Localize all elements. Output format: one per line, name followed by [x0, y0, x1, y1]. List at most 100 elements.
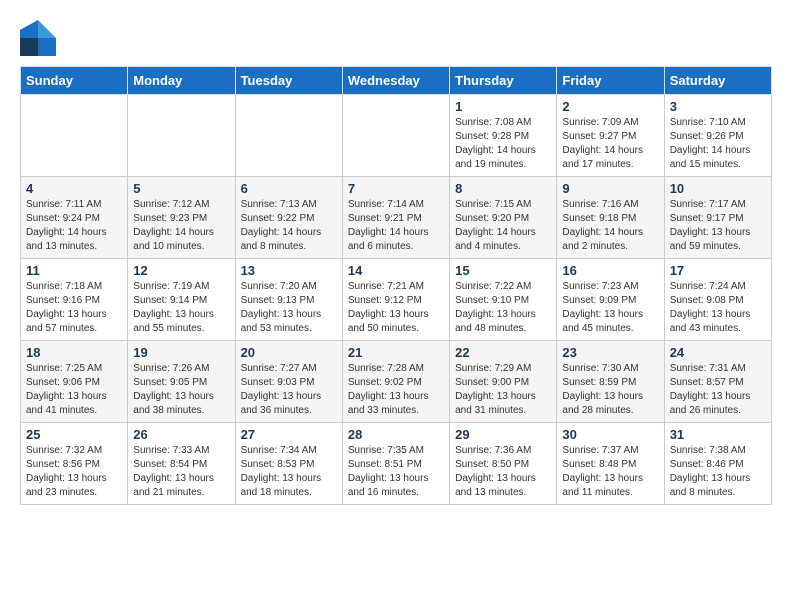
cell-info-text: Sunrise: 7:17 AMSunset: 9:17 PMDaylight:… — [670, 198, 766, 254]
cell-info-text: Sunrise: 7:19 AMSunset: 9:14 PMDaylight:… — [133, 280, 229, 336]
cell-info-text: Sunrise: 7:29 AMSunset: 9:00 PMDaylight:… — [455, 362, 551, 418]
cell-info-text: Sunrise: 7:11 AMSunset: 9:24 PMDaylight:… — [26, 198, 122, 254]
cell-date-number: 18 — [26, 345, 122, 360]
calendar-week-row: 1 Sunrise: 7:08 AMSunset: 9:28 PMDaylight… — [21, 95, 772, 177]
calendar-cell: 3 Sunrise: 7:10 AMSunset: 9:26 PMDaylight… — [664, 95, 771, 177]
cell-info-text: Sunrise: 7:12 AMSunset: 9:23 PMDaylight:… — [133, 198, 229, 254]
cell-date-number: 23 — [562, 345, 658, 360]
cell-date-number: 14 — [348, 263, 444, 278]
calendar-cell: 28 Sunrise: 7:35 AMSunset: 8:51 PMDayligh… — [342, 423, 449, 505]
calendar-cell: 22 Sunrise: 7:29 AMSunset: 9:00 PMDayligh… — [450, 341, 557, 423]
cell-info-text: Sunrise: 7:15 AMSunset: 9:20 PMDaylight:… — [455, 198, 551, 254]
cell-info-text: Sunrise: 7:27 AMSunset: 9:03 PMDaylight:… — [241, 362, 337, 418]
cell-date-number: 5 — [133, 181, 229, 196]
cell-date-number: 16 — [562, 263, 658, 278]
cell-date-number: 17 — [670, 263, 766, 278]
cell-info-text: Sunrise: 7:25 AMSunset: 9:06 PMDaylight:… — [26, 362, 122, 418]
calendar-cell: 7Sunrise: 7:14 AMSunset: 9:21 PMDaylight… — [342, 177, 449, 259]
calendar-cell: 27Sunrise: 7:34 AMSunset: 8:53 PMDayligh… — [235, 423, 342, 505]
calendar-cell: 30 Sunrise: 7:37 AMSunset: 8:48 PMDayligh… — [557, 423, 664, 505]
cell-date-number: 30 — [562, 427, 658, 442]
calendar-cell: 11Sunrise: 7:18 AMSunset: 9:16 PMDayligh… — [21, 259, 128, 341]
calendar-week-row: 11Sunrise: 7:18 AMSunset: 9:16 PMDayligh… — [21, 259, 772, 341]
calendar-cell: 15 Sunrise: 7:22 AMSunset: 9:10 PMDayligh… — [450, 259, 557, 341]
day-header-tuesday: Tuesday — [235, 67, 342, 95]
calendar-cell: 2 Sunrise: 7:09 AMSunset: 9:27 PMDaylight… — [557, 95, 664, 177]
cell-info-text: Sunrise: 7:18 AMSunset: 9:16 PMDaylight:… — [26, 280, 122, 336]
cell-date-number: 29 — [455, 427, 551, 442]
calendar-cell: 18 Sunrise: 7:25 AMSunset: 9:06 PMDayligh… — [21, 341, 128, 423]
cell-date-number: 6 — [241, 181, 337, 196]
cell-info-text: Sunrise: 7:20 AMSunset: 9:13 PMDaylight:… — [241, 280, 337, 336]
calendar-week-row: 25 Sunrise: 7:32 AMSunset: 8:56 PMDayligh… — [21, 423, 772, 505]
cell-date-number: 20 — [241, 345, 337, 360]
calendar-week-row: 18 Sunrise: 7:25 AMSunset: 9:06 PMDayligh… — [21, 341, 772, 423]
cell-info-text: Sunrise: 7:36 AMSunset: 8:50 PMDaylight:… — [455, 444, 551, 500]
calendar-table: SundayMondayTuesdayWednesdayThursdayFrid… — [20, 66, 772, 505]
cell-date-number: 22 — [455, 345, 551, 360]
cell-info-text: Sunrise: 7:34 AMSunset: 8:53 PMDaylight:… — [241, 444, 337, 500]
calendar-cell: 14Sunrise: 7:21 AMSunset: 9:12 PMDayligh… — [342, 259, 449, 341]
cell-info-text: Sunrise: 7:16 AMSunset: 9:18 PMDaylight:… — [562, 198, 658, 254]
calendar-cell: 25 Sunrise: 7:32 AMSunset: 8:56 PMDayligh… — [21, 423, 128, 505]
cell-date-number: 1 — [455, 99, 551, 114]
calendar-cell: 17 Sunrise: 7:24 AMSunset: 9:08 PMDayligh… — [664, 259, 771, 341]
cell-info-text: Sunrise: 7:37 AMSunset: 8:48 PMDaylight:… — [562, 444, 658, 500]
calendar-cell: 24 Sunrise: 7:31 AMSunset: 8:57 PMDayligh… — [664, 341, 771, 423]
calendar-cell: 23 Sunrise: 7:30 AMSunset: 8:59 PMDayligh… — [557, 341, 664, 423]
cell-info-text: Sunrise: 7:30 AMSunset: 8:59 PMDaylight:… — [562, 362, 658, 418]
day-header-monday: Monday — [128, 67, 235, 95]
cell-date-number: 28 — [348, 427, 444, 442]
cell-info-text: Sunrise: 7:23 AMSunset: 9:09 PMDaylight:… — [562, 280, 658, 336]
calendar-header-row: SundayMondayTuesdayWednesdayThursdayFrid… — [21, 67, 772, 95]
day-header-friday: Friday — [557, 67, 664, 95]
calendar-cell: 31 Sunrise: 7:38 AMSunset: 8:46 PMDayligh… — [664, 423, 771, 505]
cell-info-text: Sunrise: 7:24 AMSunset: 9:08 PMDaylight:… — [670, 280, 766, 336]
calendar-cell — [235, 95, 342, 177]
calendar-cell: 16 Sunrise: 7:23 AMSunset: 9:09 PMDayligh… — [557, 259, 664, 341]
calendar-cell: 6 Sunrise: 7:13 AMSunset: 9:22 PMDaylight… — [235, 177, 342, 259]
calendar-cell: 19 Sunrise: 7:26 AMSunset: 9:05 PMDayligh… — [128, 341, 235, 423]
calendar-cell: 5 Sunrise: 7:12 AMSunset: 9:23 PMDaylight… — [128, 177, 235, 259]
cell-date-number: 4 — [26, 181, 122, 196]
cell-date-number: 26 — [133, 427, 229, 442]
cell-info-text: Sunrise: 7:33 AMSunset: 8:54 PMDaylight:… — [133, 444, 229, 500]
cell-date-number: 8 — [455, 181, 551, 196]
calendar-cell: 29 Sunrise: 7:36 AMSunset: 8:50 PMDayligh… — [450, 423, 557, 505]
cell-info-text: Sunrise: 7:09 AMSunset: 9:27 PMDaylight:… — [562, 116, 658, 172]
cell-date-number: 31 — [670, 427, 766, 442]
cell-info-text: Sunrise: 7:08 AMSunset: 9:28 PMDaylight:… — [455, 116, 551, 172]
day-header-thursday: Thursday — [450, 67, 557, 95]
cell-info-text: Sunrise: 7:38 AMSunset: 8:46 PMDaylight:… — [670, 444, 766, 500]
cell-date-number: 2 — [562, 99, 658, 114]
logo — [20, 20, 60, 56]
cell-date-number: 12 — [133, 263, 229, 278]
calendar-cell: 8 Sunrise: 7:15 AMSunset: 9:20 PMDaylight… — [450, 177, 557, 259]
cell-info-text: Sunrise: 7:32 AMSunset: 8:56 PMDaylight:… — [26, 444, 122, 500]
calendar-cell: 12 Sunrise: 7:19 AMSunset: 9:14 PMDayligh… — [128, 259, 235, 341]
cell-info-text: Sunrise: 7:13 AMSunset: 9:22 PMDaylight:… — [241, 198, 337, 254]
calendar-cell: 10Sunrise: 7:17 AMSunset: 9:17 PMDayligh… — [664, 177, 771, 259]
cell-info-text: Sunrise: 7:26 AMSunset: 9:05 PMDaylight:… — [133, 362, 229, 418]
day-header-sunday: Sunday — [21, 67, 128, 95]
cell-date-number: 24 — [670, 345, 766, 360]
cell-date-number: 21 — [348, 345, 444, 360]
calendar-week-row: 4 Sunrise: 7:11 AMSunset: 9:24 PMDaylight… — [21, 177, 772, 259]
calendar-cell: 13Sunrise: 7:20 AMSunset: 9:13 PMDayligh… — [235, 259, 342, 341]
calendar-cell: 20 Sunrise: 7:27 AMSunset: 9:03 PMDayligh… — [235, 341, 342, 423]
calendar-cell: 9Sunrise: 7:16 AMSunset: 9:18 PMDaylight… — [557, 177, 664, 259]
cell-info-text: Sunrise: 7:31 AMSunset: 8:57 PMDaylight:… — [670, 362, 766, 418]
calendar-cell — [21, 95, 128, 177]
cell-info-text: Sunrise: 7:22 AMSunset: 9:10 PMDaylight:… — [455, 280, 551, 336]
calendar-cell: 26 Sunrise: 7:33 AMSunset: 8:54 PMDayligh… — [128, 423, 235, 505]
calendar-cell: 1 Sunrise: 7:08 AMSunset: 9:28 PMDaylight… — [450, 95, 557, 177]
cell-date-number: 7 — [348, 181, 444, 196]
logo-icon — [20, 20, 56, 56]
cell-info-text: Sunrise: 7:28 AMSunset: 9:02 PMDaylight:… — [348, 362, 444, 418]
cell-date-number: 19 — [133, 345, 229, 360]
cell-info-text: Sunrise: 7:10 AMSunset: 9:26 PMDaylight:… — [670, 116, 766, 172]
cell-info-text: Sunrise: 7:35 AMSunset: 8:51 PMDaylight:… — [348, 444, 444, 500]
cell-date-number: 3 — [670, 99, 766, 114]
cell-date-number: 15 — [455, 263, 551, 278]
cell-date-number: 25 — [26, 427, 122, 442]
